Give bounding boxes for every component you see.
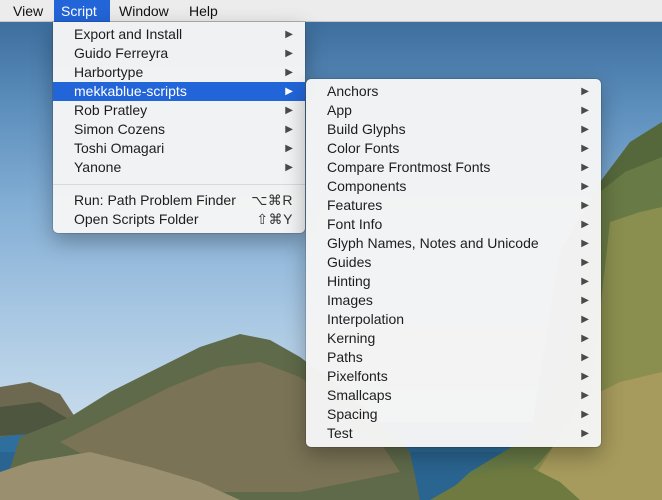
submenu-arrow-icon: ▶ [285, 105, 293, 116]
open-scripts-folder-item[interactable]: Open Scripts Folder ⇧⌘Y [53, 210, 305, 229]
menu-item-label: Smallcaps [327, 387, 392, 403]
mekkablue-scripts-submenu: Anchors ▶ App ▶ Build Glyphs ▶ Color Fon… [306, 79, 601, 447]
submenu-arrow-icon: ▶ [581, 295, 589, 306]
keyboard-shortcut: ⇧⌘Y [256, 211, 293, 227]
menu-item-label: Color Fonts [327, 140, 400, 156]
menu-item-label: Yanone [74, 159, 122, 175]
submenu-item-kerning[interactable]: Kerning ▶ [306, 329, 601, 348]
submenu-item-components[interactable]: Components ▶ [306, 177, 601, 196]
menu-item-label: Simon Cozens [74, 121, 166, 137]
script-menu-item-guido-ferreyra[interactable]: Guido Ferreyra ▶ [53, 44, 305, 63]
menu-item-label: Glyph Names, Notes and Unicode [327, 235, 539, 251]
submenu-arrow-icon: ▶ [581, 352, 589, 363]
menu-item-label: Test [327, 425, 353, 441]
menu-item-label: Guido Ferreyra [74, 45, 169, 61]
submenu-item-glyph-names-notes-unicode[interactable]: Glyph Names, Notes and Unicode ▶ [306, 234, 601, 253]
submenu-arrow-icon: ▶ [581, 314, 589, 325]
submenu-item-smallcaps[interactable]: Smallcaps ▶ [306, 386, 601, 405]
submenu-arrow-icon: ▶ [285, 67, 293, 78]
submenu-arrow-icon: ▶ [581, 257, 589, 268]
submenu-item-font-info[interactable]: Font Info ▶ [306, 215, 601, 234]
menu-item-label: Toshi Omagari [74, 140, 165, 156]
script-menu-item-simon-cozens[interactable]: Simon Cozens ▶ [53, 120, 305, 139]
submenu-arrow-icon: ▶ [581, 276, 589, 287]
menu-item-label: Harbortype [74, 64, 144, 80]
menu-item-label: Features [327, 197, 383, 213]
menu-item-label: Export and Install [74, 26, 183, 42]
script-menu-item-yanone[interactable]: Yanone ▶ [53, 158, 305, 177]
submenu-item-paths[interactable]: Paths ▶ [306, 348, 601, 367]
submenu-item-interpolation[interactable]: Interpolation ▶ [306, 310, 601, 329]
submenu-item-pixelfonts[interactable]: Pixelfonts ▶ [306, 367, 601, 386]
menu-script[interactable]: Script [54, 0, 110, 22]
run-path-problem-finder-item[interactable]: Run: Path Problem Finder ⌥⌘R [53, 191, 305, 210]
submenu-item-color-fonts[interactable]: Color Fonts ▶ [306, 139, 601, 158]
menu-item-label: Paths [327, 349, 363, 365]
menu-separator [53, 184, 305, 185]
menu-item-label: Spacing [327, 406, 378, 422]
script-menu-item-export-and-install[interactable]: Export and Install ▶ [53, 25, 305, 44]
menu-item-label: Font Info [327, 216, 383, 232]
menu-item-label: Guides [327, 254, 372, 270]
script-menu: Export and Install ▶ Guido Ferreyra ▶ Ha… [53, 22, 305, 233]
menu-item-label: App [327, 102, 352, 118]
menu-item-label: Hinting [327, 273, 371, 289]
menu-item-label: Kerning [327, 330, 376, 346]
menu-item-label: Components [327, 178, 407, 194]
submenu-item-compare-frontmost-fonts[interactable]: Compare Frontmost Fonts ▶ [306, 158, 601, 177]
submenu-arrow-icon: ▶ [581, 409, 589, 420]
submenu-item-anchors[interactable]: Anchors ▶ [306, 82, 601, 101]
submenu-item-features[interactable]: Features ▶ [306, 196, 601, 215]
submenu-item-images[interactable]: Images ▶ [306, 291, 601, 310]
submenu-arrow-icon: ▶ [285, 48, 293, 59]
submenu-item-build-glyphs[interactable]: Build Glyphs ▶ [306, 120, 601, 139]
submenu-arrow-icon: ▶ [581, 371, 589, 382]
submenu-arrow-icon: ▶ [581, 143, 589, 154]
script-menu-item-harbortype[interactable]: Harbortype ▶ [53, 63, 305, 82]
submenu-arrow-icon: ▶ [285, 29, 293, 40]
script-menu-item-rob-pratley[interactable]: Rob Pratley ▶ [53, 101, 305, 120]
submenu-arrow-icon: ▶ [581, 124, 589, 135]
submenu-arrow-icon: ▶ [285, 86, 293, 97]
menu-help[interactable]: Help [182, 0, 225, 22]
submenu-arrow-icon: ▶ [285, 124, 293, 135]
menu-bar: View Script Window Help [0, 0, 662, 22]
submenu-item-hinting[interactable]: Hinting ▶ [306, 272, 601, 291]
submenu-arrow-icon: ▶ [581, 428, 589, 439]
submenu-arrow-icon: ▶ [581, 333, 589, 344]
menu-item-label: Interpolation [327, 311, 405, 327]
menu-item-label: mekkablue-scripts [74, 83, 187, 99]
menu-item-label: Anchors [327, 83, 379, 99]
menu-item-label: Run: Path Problem Finder [74, 192, 236, 208]
submenu-arrow-icon: ▶ [581, 86, 589, 97]
submenu-item-test[interactable]: Test ▶ [306, 424, 601, 443]
script-menu-item-toshi-omagari[interactable]: Toshi Omagari ▶ [53, 139, 305, 158]
submenu-arrow-icon: ▶ [581, 219, 589, 230]
submenu-arrow-icon: ▶ [285, 143, 293, 154]
menu-window[interactable]: Window [112, 0, 176, 22]
menu-item-label: Compare Frontmost Fonts [327, 159, 491, 175]
submenu-arrow-icon: ▶ [581, 181, 589, 192]
menu-item-label: Images [327, 292, 373, 308]
submenu-arrow-icon: ▶ [581, 200, 589, 211]
menu-item-label: Rob Pratley [74, 102, 148, 118]
keyboard-shortcut: ⌥⌘R [251, 192, 293, 208]
menu-item-label: Pixelfonts [327, 368, 388, 384]
menu-item-label: Open Scripts Folder [74, 211, 199, 227]
submenu-arrow-icon: ▶ [581, 162, 589, 173]
menu-item-label: Build Glyphs [327, 121, 406, 137]
submenu-item-spacing[interactable]: Spacing ▶ [306, 405, 601, 424]
submenu-arrow-icon: ▶ [581, 238, 589, 249]
submenu-arrow-icon: ▶ [581, 105, 589, 116]
submenu-item-app[interactable]: App ▶ [306, 101, 601, 120]
menu-view[interactable]: View [6, 0, 50, 22]
submenu-item-guides[interactable]: Guides ▶ [306, 253, 601, 272]
script-menu-item-mekkablue-scripts[interactable]: mekkablue-scripts ▶ [53, 82, 305, 101]
submenu-arrow-icon: ▶ [285, 162, 293, 173]
submenu-arrow-icon: ▶ [581, 390, 589, 401]
